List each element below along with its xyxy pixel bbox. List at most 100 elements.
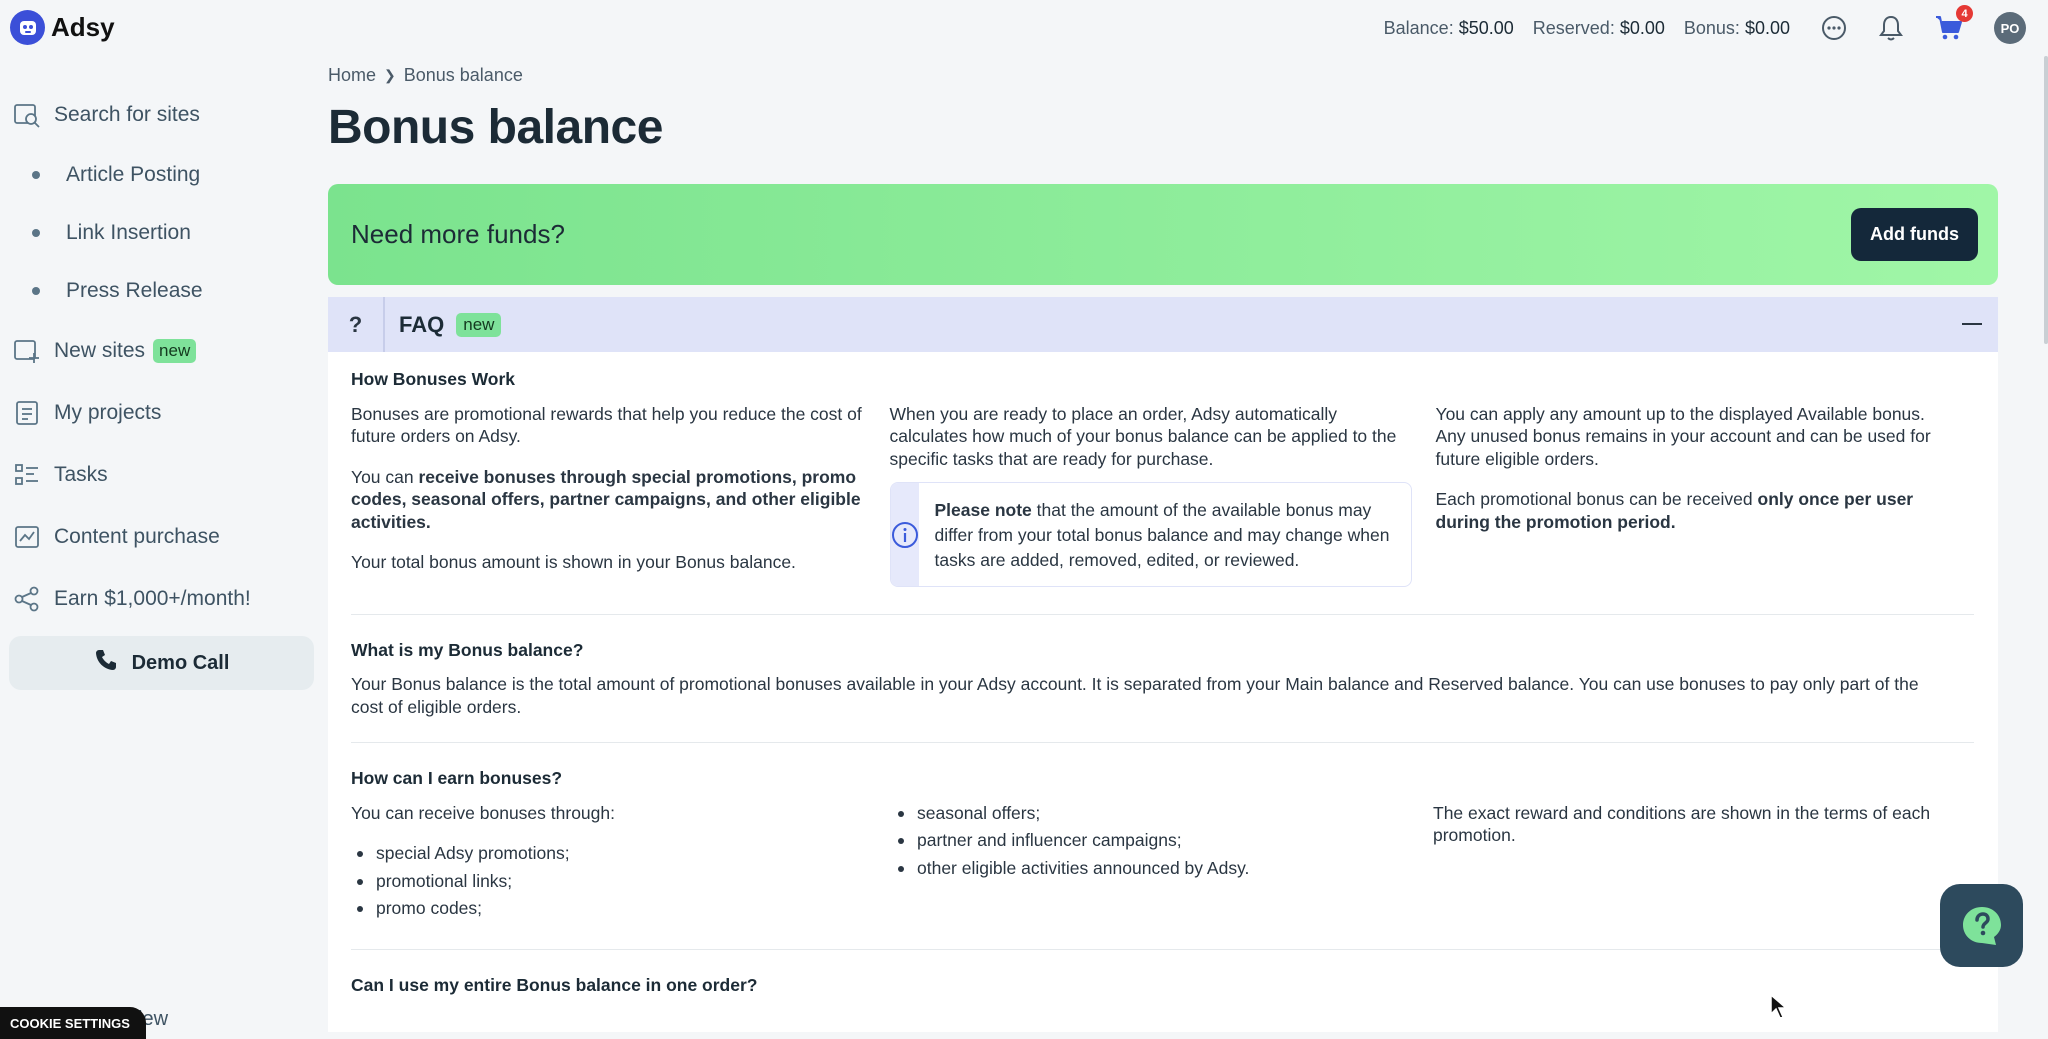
bullet-icon bbox=[32, 287, 40, 295]
bullet-icon bbox=[32, 229, 40, 237]
sidebar-item-content-purchase[interactable]: Content purchase bbox=[0, 506, 320, 568]
add-funds-button[interactable]: Add funds bbox=[1851, 208, 1978, 261]
scrollbar[interactable] bbox=[2044, 56, 2048, 344]
faq-panel: ? FAQ new How Bonuses Work Bonuses are p… bbox=[328, 297, 1998, 1032]
faq-section-what: What is my Bonus balance? Your Bonus bal… bbox=[351, 615, 1974, 743]
sidebar-item-label: Link Insertion bbox=[66, 221, 191, 244]
how-text-3: Your total bonus amount is shown in your… bbox=[351, 552, 796, 572]
breadcrumb: Home ❯ Bonus balance bbox=[328, 56, 1998, 94]
cart-icon[interactable]: 4 bbox=[1934, 5, 1973, 42]
sidebar-item-label: Search for sites bbox=[54, 103, 200, 126]
how-text-4: When you are ready to place an order, Ad… bbox=[889, 403, 1397, 469]
demo-call-button[interactable]: Demo Call bbox=[9, 636, 314, 690]
adsy-logo-icon bbox=[10, 10, 45, 45]
funds-banner: Need more funds? Add funds bbox=[328, 184, 1998, 285]
search-sites-icon bbox=[12, 100, 42, 130]
reserved-display[interactable]: Reserved: $0.00 bbox=[1533, 18, 1665, 39]
how-text-2a: You can bbox=[351, 466, 419, 487]
list-item: promotional links; bbox=[351, 870, 868, 893]
messages-icon[interactable] bbox=[1820, 14, 1848, 42]
faq-section-how: How Bonuses Work Bonuses are promotional… bbox=[351, 352, 1974, 615]
main-content: Home ❯ Bonus balance Bonus balance Need … bbox=[328, 56, 1998, 1032]
sidebar-item-label: Article Posting bbox=[66, 163, 201, 186]
list-item: special Adsy promotions; bbox=[351, 842, 868, 865]
reserved-label: Reserved: bbox=[1532, 17, 1615, 38]
how-text-5: You can apply any amount up to the displ… bbox=[1435, 403, 1931, 469]
sidebar: Search for sites Article Posting Link In… bbox=[0, 84, 320, 690]
sidebar-item-tasks[interactable]: Tasks bbox=[0, 444, 320, 506]
note-box: Please note that the amount of the avail… bbox=[889, 482, 1412, 587]
how-text-2b: receive bonuses through special promotio… bbox=[351, 466, 861, 532]
earn-intro: You can receive bonuses through: bbox=[351, 802, 615, 823]
sidebar-item-label: Press Release bbox=[66, 279, 203, 302]
notifications-bell-icon[interactable] bbox=[1878, 14, 1904, 42]
cart-count-badge: 4 bbox=[1956, 5, 1973, 22]
section-title: How Bonuses Work bbox=[351, 369, 516, 389]
section-title: Can I use my entire Bonus balance in one… bbox=[351, 974, 758, 995]
earn-list-1: special Adsy promotions; promotional lin… bbox=[351, 842, 868, 920]
note-bold: Please note bbox=[934, 500, 1032, 520]
projects-icon bbox=[12, 398, 42, 428]
faq-section-earn: How can I earn bonuses? You can receive … bbox=[351, 743, 1974, 950]
sidebar-item-my-projects[interactable]: My projects bbox=[0, 382, 320, 444]
how-text-6: Each promotional bonus can be received o… bbox=[1436, 488, 1951, 533]
sidebar-item-link-insertion[interactable]: Link Insertion bbox=[0, 204, 320, 262]
info-icon bbox=[890, 483, 919, 586]
bonus-display[interactable]: Bonus: $0.00 bbox=[1684, 18, 1790, 39]
logo-text: Adsy bbox=[51, 12, 115, 42]
page-title: Bonus balance bbox=[328, 101, 663, 154]
reserved-value: $0.00 bbox=[1619, 17, 1665, 38]
sidebar-item-label: Earn $1,000+/month! bbox=[54, 587, 251, 610]
bonus-value: $0.00 bbox=[1744, 17, 1790, 38]
faq-header[interactable]: ? FAQ new bbox=[328, 297, 1998, 352]
content-purchase-icon bbox=[12, 522, 42, 552]
bonus-label: Bonus: bbox=[1683, 17, 1740, 38]
chat-question-icon bbox=[1962, 906, 2001, 945]
list-item: promo codes; bbox=[351, 897, 868, 920]
new-sites-icon bbox=[12, 336, 42, 366]
breadcrumb-home[interactable]: Home bbox=[328, 65, 376, 86]
cookie-settings-button[interactable]: COOKIE SETTINGS bbox=[0, 1007, 146, 1039]
how-text-2: You can receive bonuses through special … bbox=[351, 466, 866, 534]
note-text: Please note that the amount of the avail… bbox=[919, 483, 1411, 586]
how-text-1: Bonuses are promotional rewards that hel… bbox=[351, 403, 862, 447]
sidebar-item-article-posting[interactable]: Article Posting bbox=[0, 146, 320, 204]
bullet-icon bbox=[32, 171, 40, 179]
balance-label: Balance: bbox=[1383, 17, 1454, 38]
user-avatar[interactable]: PO bbox=[1994, 12, 2026, 44]
balance-display[interactable]: Balance: $50.00 bbox=[1384, 18, 1514, 39]
faq-body: How Bonuses Work Bonuses are promotional… bbox=[328, 352, 1998, 1032]
question-icon: ? bbox=[328, 297, 385, 352]
sidebar-item-label: New sites bbox=[54, 339, 146, 362]
mouse-cursor-icon bbox=[1770, 993, 1789, 1025]
funds-banner-text: Need more funds? bbox=[351, 219, 565, 249]
balance-value: $50.00 bbox=[1458, 17, 1514, 38]
section-title: How can I earn bonuses? bbox=[351, 768, 563, 788]
chevron-right-icon: ❯ bbox=[384, 66, 396, 83]
share-network-icon bbox=[12, 584, 42, 614]
faq-section-entire: Can I use my entire Bonus balance in one… bbox=[351, 950, 1974, 1033]
faq-title: FAQ bbox=[399, 311, 445, 337]
faq-new-badge: new bbox=[456, 312, 502, 337]
demo-call-label: Demo Call bbox=[131, 651, 230, 674]
earn-list-2: seasonal offers; partner and influencer … bbox=[892, 802, 1409, 880]
help-chat-button[interactable] bbox=[1940, 884, 2023, 967]
sidebar-item-earn[interactable]: Earn $1,000+/month! bbox=[0, 568, 320, 630]
tasks-icon bbox=[12, 460, 42, 490]
sidebar-item-label: Tasks bbox=[54, 463, 108, 486]
sidebar-item-new-sites[interactable]: New sites new bbox=[0, 320, 320, 382]
section-title: What is my Bonus balance? bbox=[351, 639, 584, 660]
how-text-6a: Each promotional bonus can be received bbox=[1435, 489, 1758, 509]
list-item: other eligible activities announced by A… bbox=[892, 857, 1409, 880]
new-badge: new bbox=[153, 339, 197, 363]
breadcrumb-current: Bonus balance bbox=[403, 64, 523, 85]
sidebar-item-press-release[interactable]: Press Release bbox=[0, 262, 320, 320]
phone-icon bbox=[94, 648, 118, 678]
top-header: Adsy Balance: $50.00 Reserved: $0.00 Bon… bbox=[0, 0, 2048, 56]
earn-outro: The exact reward and conditions are show… bbox=[1433, 802, 1931, 846]
what-text: Your Bonus balance is the total amount o… bbox=[351, 674, 1919, 717]
collapse-minus-icon[interactable] bbox=[1962, 323, 1982, 325]
sidebar-item-search-for-sites[interactable]: Search for sites bbox=[0, 84, 320, 146]
logo[interactable]: Adsy bbox=[10, 10, 115, 45]
list-item: seasonal offers; bbox=[892, 802, 1409, 825]
